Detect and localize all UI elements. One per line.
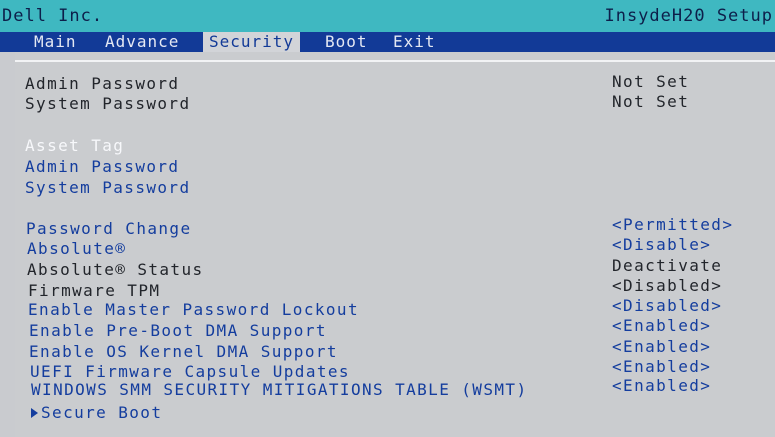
password-change-value[interactable]: <Permitted> [612, 215, 733, 235]
admin-password-item[interactable]: Admin Password [25, 157, 179, 177]
tab-main[interactable]: Main [34, 32, 77, 52]
submenu-arrow-icon [31, 408, 38, 418]
admin-password-status-value: Not Set [612, 72, 690, 91]
tab-boot[interactable]: Boot [325, 32, 368, 52]
password-change-label[interactable]: Password Change [26, 219, 192, 239]
master-password-lockout-value[interactable]: <Disabled> [612, 296, 722, 316]
system-password-status-value: Not Set [612, 92, 690, 111]
secure-boot-label: Secure Boot [41, 403, 163, 422]
absolute-value[interactable]: <Disable> [612, 235, 711, 255]
tab-exit[interactable]: Exit [393, 32, 436, 52]
setup-utility-name: InsydeH20 Setup [604, 6, 773, 26]
absolute-status-label: Absolute® Status [27, 260, 204, 279]
absolute-label[interactable]: Absolute® [27, 239, 126, 259]
admin-password-status-label: Admin Password [25, 74, 180, 93]
asset-tag-item[interactable]: Asset Tag [25, 136, 124, 156]
system-password-item[interactable]: System Password [25, 178, 191, 198]
firmware-tpm-value[interactable]: <Disabled> [612, 276, 722, 296]
firmware-tpm-label[interactable]: Firmware TPM [28, 281, 160, 301]
title-bar: Dell Inc. InsydeH20 Setup [0, 0, 775, 32]
vendor-name: Dell Inc. [2, 6, 104, 26]
pre-boot-dma-value[interactable]: <Enabled> [612, 316, 711, 336]
absolute-status-value: Deactivate [612, 256, 723, 275]
os-kernel-dma-value[interactable]: <Enabled> [612, 337, 711, 357]
master-password-lockout-label[interactable]: Enable Master Password Lockout [28, 300, 359, 320]
system-password-status-label: System Password [25, 94, 191, 113]
pre-boot-dma-label[interactable]: Enable Pre-Boot DMA Support [29, 321, 327, 341]
panel-top-border [15, 60, 775, 62]
uefi-capsule-updates-value[interactable]: <Enabled> [612, 357, 711, 377]
tab-security[interactable]: Security [203, 32, 301, 52]
menu-bar: Main Advance Security Boot Exit [0, 32, 775, 52]
wsmt-value[interactable]: <Enabled> [612, 376, 711, 396]
os-kernel-dma-label[interactable]: Enable OS Kernel DMA Support [29, 342, 338, 362]
bios-screen: Dell Inc. InsydeH20 Setup Main Advance S… [0, 0, 775, 437]
uefi-capsule-updates-label[interactable]: UEFI Firmware Capsule Updates [30, 362, 350, 382]
wsmt-label[interactable]: WINDOWS SMM SECURITY MITIGATIONS TABLE (… [31, 380, 527, 400]
tab-advance[interactable]: Advance [105, 32, 179, 52]
secure-boot-submenu[interactable]: Secure Boot [31, 403, 162, 423]
